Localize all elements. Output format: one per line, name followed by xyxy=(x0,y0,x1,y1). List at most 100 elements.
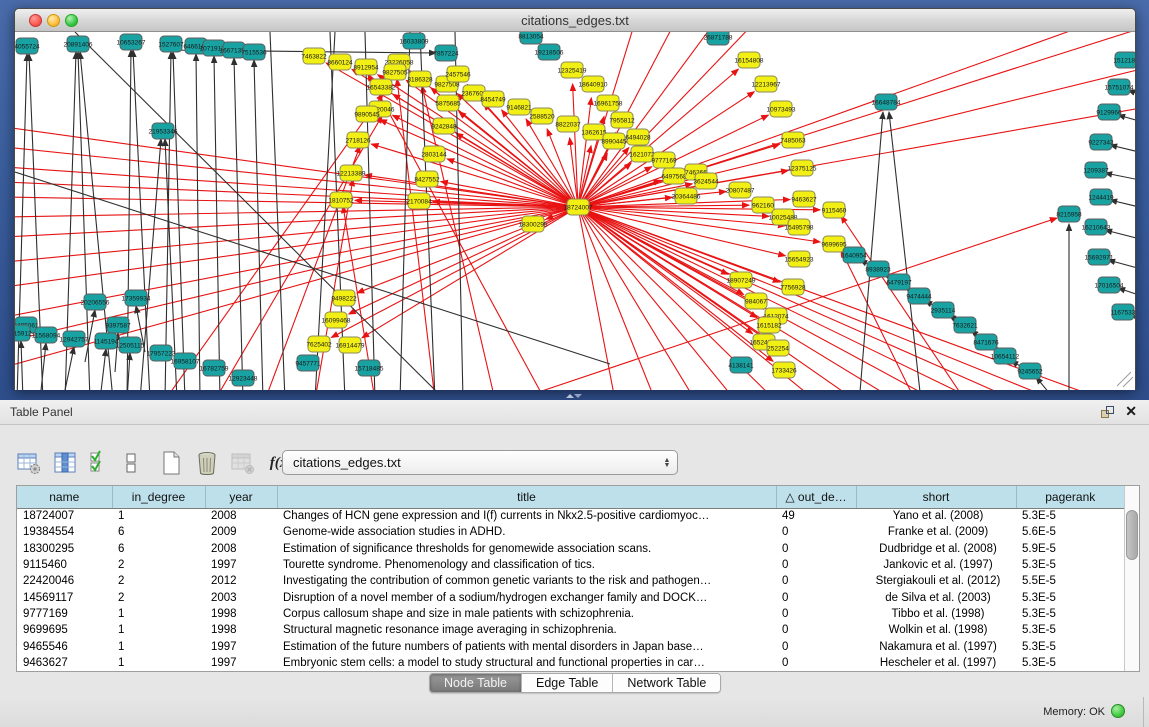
graph-node[interactable]: 9242848 xyxy=(431,118,457,134)
table-row[interactable]: 946554611997Estimation of the future num… xyxy=(17,638,1124,654)
graph-node[interactable]: 9777169 xyxy=(651,152,677,168)
graph-node[interactable]: 16782759 xyxy=(200,360,229,376)
table-row[interactable]: 1456911722003Disruption of a novel membe… xyxy=(17,589,1124,605)
graph-node[interactable]: 16543382 xyxy=(367,79,396,95)
graph-node[interactable]: 9827505 xyxy=(382,64,408,80)
graph-node[interactable]: 6497568 xyxy=(661,168,687,184)
graph-node[interactable]: 16210643 xyxy=(1082,219,1111,235)
graph-node[interactable]: 1640954 xyxy=(841,247,867,263)
graph-node[interactable]: 1244419 xyxy=(1088,189,1114,205)
graph-node[interactable]: 15718485 xyxy=(355,360,384,376)
graph-node[interactable]: 16961758 xyxy=(594,95,623,111)
graph-node[interactable]: 1167533 xyxy=(1111,304,1135,320)
column-header-in_degree[interactable]: in_degree xyxy=(112,486,205,508)
graph-node[interactable]: 9115460 xyxy=(822,202,847,218)
graph-node[interactable]: 26871788 xyxy=(704,32,733,45)
tab-node-table[interactable]: Node Table xyxy=(430,674,522,692)
graph-node[interactable]: 16648784 xyxy=(872,94,901,110)
table-row[interactable]: 911546021997Tourette syndrome. Phenomeno… xyxy=(17,557,1124,573)
graph-node[interactable]: 9245652 xyxy=(1017,363,1043,379)
splitter-handle[interactable] xyxy=(566,393,580,399)
graph-node[interactable]: 7632621 xyxy=(952,317,978,333)
unselect-all-button[interactable] xyxy=(122,448,142,478)
tab-edge-table[interactable]: Edge Table xyxy=(522,674,613,692)
float-window-icon[interactable] xyxy=(1100,405,1115,420)
graph-node[interactable]: 984067 xyxy=(745,293,767,309)
scrollbar-thumb[interactable] xyxy=(1126,510,1138,560)
graph-node[interactable]: 1512184 xyxy=(1113,52,1135,68)
select-all-button[interactable] xyxy=(86,448,116,478)
graph-node[interactable]: 12213967 xyxy=(752,76,781,92)
table-row[interactable]: 1830029562008Estimation of significance … xyxy=(17,541,1124,557)
column-header-pagerank[interactable]: pagerank xyxy=(1016,486,1124,508)
graph-node[interactable]: 16099468 xyxy=(322,312,351,328)
network-canvas[interactable]: 7463822866012489129542322605898275051654… xyxy=(15,32,1135,390)
graph-node[interactable]: 16033809 xyxy=(400,33,429,49)
graph-node[interactable]: 2718126 xyxy=(345,132,371,148)
graph-node[interactable]: 1810752 xyxy=(328,192,354,208)
graph-node[interactable]: 18640910 xyxy=(579,76,608,92)
graph-node[interactable]: 7463822 xyxy=(301,48,327,64)
graph-node[interactable]: 5875685 xyxy=(435,95,461,111)
graph-node[interactable]: 1209387 xyxy=(1083,162,1109,178)
graph-node[interactable]: 4138141 xyxy=(728,357,754,373)
delete-table-button[interactable] xyxy=(228,448,258,478)
graph-node[interactable]: 6479197 xyxy=(886,274,912,290)
graph-node[interactable]: 7515536 xyxy=(241,44,267,60)
window-resize-grip[interactable] xyxy=(1117,372,1133,387)
graph-node[interactable]: 18724007 xyxy=(564,199,593,215)
graph-node[interactable]: 15692971 xyxy=(1085,249,1114,265)
graph-node[interactable]: 16958107 xyxy=(171,353,200,369)
graph-node[interactable]: 10654112 xyxy=(991,348,1020,364)
graph-node[interactable]: 20807487 xyxy=(726,182,755,198)
panel-close-icon[interactable]: ✕ xyxy=(1125,403,1137,420)
graph-node[interactable]: 20364486 xyxy=(672,188,701,204)
graph-node[interactable]: 10653267 xyxy=(117,34,146,50)
graph-node[interactable]: 2170084 xyxy=(406,193,432,209)
graph-node[interactable]: 8471676 xyxy=(973,334,999,350)
tab-network-table[interactable]: Network Table xyxy=(613,674,720,692)
graph-node[interactable]: 12923448 xyxy=(229,370,258,386)
graph-node[interactable]: 3624544 xyxy=(693,173,719,189)
graph-node[interactable]: 4055724 xyxy=(15,38,40,54)
table-scrollbar[interactable] xyxy=(1124,486,1139,671)
graph-node[interactable]: 9397587 xyxy=(105,317,131,333)
graph-node[interactable]: 12942757 xyxy=(60,331,89,347)
new-column-button[interactable] xyxy=(156,448,186,478)
graph-node[interactable]: 2588520 xyxy=(529,108,555,124)
column-header-year[interactable]: year xyxy=(205,486,277,508)
graph-node[interactable]: 9457771 xyxy=(295,355,321,371)
graph-node[interactable]: 17016504 xyxy=(1095,277,1124,293)
table-row[interactable]: 977716911998Corpus callosum shape and si… xyxy=(17,606,1124,622)
graph-node[interactable]: 10973493 xyxy=(767,101,796,117)
graph-node[interactable]: 12505115 xyxy=(116,337,145,353)
graph-node[interactable]: 19218506 xyxy=(535,44,564,60)
graph-node[interactable]: 1733426 xyxy=(771,362,797,378)
graph-node[interactable]: 7955812 xyxy=(609,112,635,128)
graph-node[interactable]: 7485063 xyxy=(780,132,806,148)
graph-node[interactable]: 8186328 xyxy=(407,71,433,87)
graph-node[interactable]: 7857224 xyxy=(433,45,459,61)
graph-node[interactable]: 8660124 xyxy=(327,54,353,70)
graph-node[interactable]: 12325419 xyxy=(558,62,587,78)
graph-node[interactable]: 16914479 xyxy=(336,337,365,353)
column-header-out_degree[interactable]: △ out_de… xyxy=(776,486,856,508)
table-row[interactable]: 1872400712008Changes of HCN gene express… xyxy=(17,508,1124,524)
graph-node[interactable]: 9227343 xyxy=(1088,134,1114,150)
graph-node[interactable]: 15751074 xyxy=(1105,79,1134,95)
graph-node[interactable]: 11568094 xyxy=(32,327,61,343)
graph-node[interactable]: 17359934 xyxy=(122,290,151,306)
graph-node[interactable]: 8912954 xyxy=(353,59,379,75)
graph-node[interactable]: 6494028 xyxy=(625,129,651,145)
graph-node[interactable]: 8215958 xyxy=(1056,206,1082,222)
graph-node[interactable]: 8813054 xyxy=(518,32,544,44)
graph-node[interactable]: 8990445 xyxy=(601,133,627,149)
column-header-name[interactable]: name xyxy=(17,486,112,508)
table-row[interactable]: 1938455462009Genome-wide association stu… xyxy=(17,524,1124,540)
table-mode-button[interactable] xyxy=(14,448,44,478)
graph-node[interactable]: 20891406 xyxy=(64,36,93,52)
graph-node[interactable]: 1527607 xyxy=(158,36,184,52)
graph-node[interactable]: 9498222 xyxy=(331,290,357,306)
network-window[interactable]: citations_edges.txt 74638228660124891295… xyxy=(14,8,1136,390)
graph-node[interactable]: 7625402 xyxy=(306,336,332,352)
